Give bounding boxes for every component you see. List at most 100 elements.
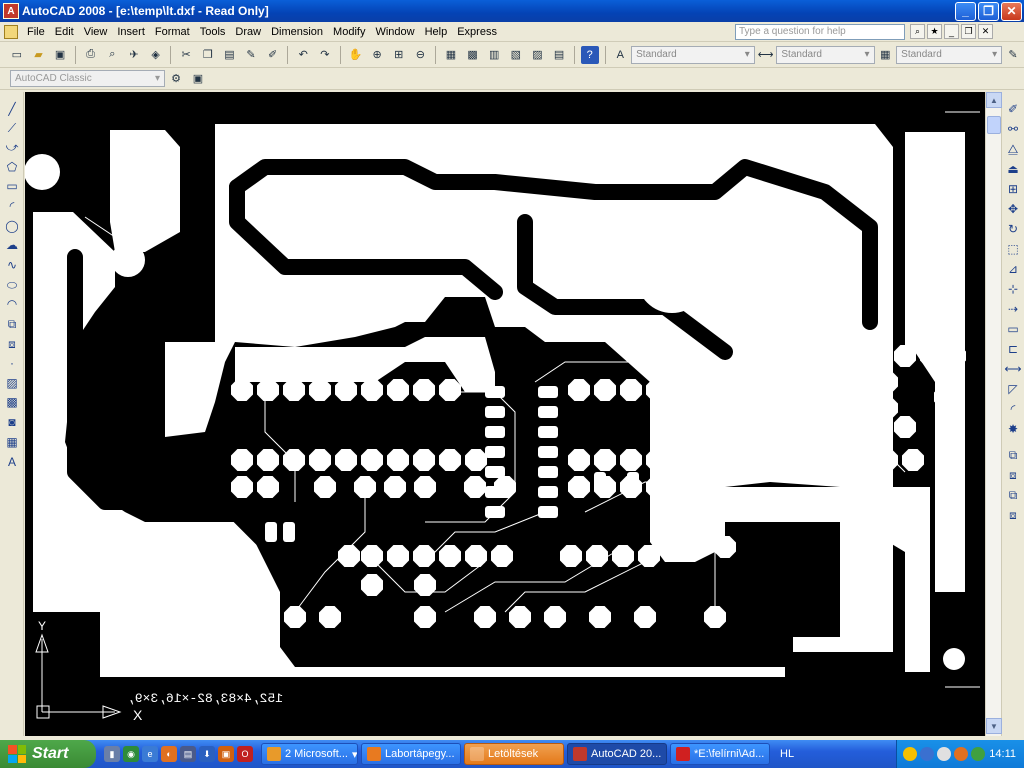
- doc-minimize-button[interactable]: _: [944, 24, 959, 39]
- scroll-thumb[interactable]: [987, 116, 1001, 134]
- zoom-window-icon[interactable]: ⊞: [390, 46, 408, 64]
- cut-icon[interactable]: ✂: [177, 46, 195, 64]
- task-labortapegy[interactable]: Labortápegy...: [361, 743, 461, 765]
- tray-shield-icon[interactable]: [903, 747, 917, 761]
- stretch-icon[interactable]: ⊿: [1004, 260, 1022, 278]
- join-icon[interactable]: ⟷: [1004, 360, 1022, 378]
- offset-icon[interactable]: ⏏: [1004, 160, 1022, 178]
- markup-icon[interactable]: ▨: [529, 46, 547, 64]
- menu-tools[interactable]: Tools: [195, 26, 231, 38]
- explorer-icon[interactable]: ▤: [180, 746, 196, 762]
- sheet-set-icon[interactable]: ▧: [507, 46, 525, 64]
- zoom-previous-icon[interactable]: ⊖: [412, 46, 430, 64]
- above-objects-icon[interactable]: ⧈: [1004, 506, 1022, 524]
- scroll-down-icon[interactable]: ▼: [986, 718, 1002, 734]
- menu-modify[interactable]: Modify: [328, 26, 370, 38]
- break-at-point-icon[interactable]: ▭: [1004, 320, 1022, 338]
- tray-update-icon[interactable]: [971, 747, 985, 761]
- mouse-icon[interactable]: ▮: [104, 746, 120, 762]
- tool-palettes-icon[interactable]: ▥: [485, 46, 503, 64]
- make-block-icon[interactable]: ⧈: [3, 335, 21, 353]
- publish-icon[interactable]: ✈: [125, 46, 143, 64]
- arc-icon[interactable]: ◜: [3, 197, 21, 215]
- document-icon[interactable]: [4, 24, 18, 39]
- doc-restore-button[interactable]: ❐: [961, 24, 976, 39]
- print-icon[interactable]: ⎙: [82, 46, 100, 64]
- print-preview-icon[interactable]: ⌕: [103, 46, 121, 64]
- opera-icon[interactable]: O: [237, 746, 253, 762]
- dim-style-select[interactable]: Standard ▾: [776, 45, 875, 64]
- ellipse-arc-icon[interactable]: ◠: [3, 295, 21, 313]
- table-icon[interactable]: ▦: [3, 433, 21, 451]
- block-editor-icon[interactable]: ✐: [264, 46, 282, 64]
- array-icon[interactable]: ⊞: [1004, 180, 1022, 198]
- polyline-icon[interactable]: ⤻: [3, 138, 21, 156]
- search-icon[interactable]: ⌕: [910, 24, 925, 39]
- autocad-icon[interactable]: A: [3, 3, 19, 19]
- vertical-scrollbar[interactable]: ▲ ▼: [985, 92, 1002, 736]
- copy-icon[interactable]: ❐: [199, 46, 217, 64]
- toolbar-options-icon[interactable]: ✎: [1004, 46, 1022, 64]
- calculator-icon[interactable]: ▤: [550, 46, 568, 64]
- text-style-icon[interactable]: A: [612, 46, 630, 64]
- doc-close-button[interactable]: ✕: [978, 24, 993, 39]
- table-style-select[interactable]: Standard ▾: [896, 45, 1003, 64]
- zoom-realtime-icon[interactable]: ⊕: [368, 46, 386, 64]
- menu-help[interactable]: Help: [420, 26, 453, 38]
- menu-edit[interactable]: Edit: [50, 26, 79, 38]
- multiline-text-icon[interactable]: A: [3, 453, 21, 471]
- task-letoltesek[interactable]: Letöltések: [464, 743, 564, 765]
- workspace-settings-icon[interactable]: ⚙: [167, 70, 185, 88]
- close-button[interactable]: ✕: [1001, 1, 1022, 21]
- line-icon[interactable]: ╱: [3, 100, 21, 118]
- minimize-button[interactable]: _: [955, 1, 976, 21]
- menu-window[interactable]: Window: [370, 26, 419, 38]
- trim-icon[interactable]: ⊹: [1004, 280, 1022, 298]
- menu-format[interactable]: Format: [150, 26, 195, 38]
- break-icon[interactable]: ⊏: [1004, 340, 1022, 358]
- move-icon[interactable]: ✥: [1004, 200, 1022, 218]
- explode-icon[interactable]: ✸: [1004, 420, 1022, 438]
- bring-front-icon[interactable]: ⧈: [1004, 466, 1022, 484]
- rectangle-icon[interactable]: ▭: [3, 177, 21, 195]
- tray-volume-icon[interactable]: [937, 747, 951, 761]
- task-editor[interactable]: *E:\felírni\Ad...: [670, 743, 770, 765]
- paste-icon[interactable]: ▤: [221, 46, 239, 64]
- tray-network-icon[interactable]: [920, 747, 934, 761]
- redo-icon[interactable]: ↷: [316, 46, 334, 64]
- restore-button[interactable]: ❐: [978, 1, 999, 21]
- browser-icon[interactable]: ◐: [161, 746, 177, 762]
- help-search-input[interactable]: Type a question for help: [735, 24, 905, 40]
- download-icon[interactable]: ⬇: [199, 746, 215, 762]
- mirror-icon[interactable]: ⧋: [1004, 140, 1022, 158]
- point-icon[interactable]: ·: [3, 354, 21, 372]
- dim-style-icon[interactable]: ⟷: [757, 46, 775, 64]
- table-style-icon[interactable]: ▦: [877, 46, 895, 64]
- tray-app-icon[interactable]: [954, 747, 968, 761]
- firefox-icon[interactable]: ◉: [123, 746, 139, 762]
- drawing-area[interactable]: AKOTO X Y 152,4×83,82-×16,3×9,: [25, 92, 985, 736]
- circle-icon[interactable]: ◯: [3, 217, 21, 235]
- copy-object-icon[interactable]: ⚯: [1004, 120, 1022, 138]
- ie-icon[interactable]: e: [142, 746, 158, 762]
- extend-icon[interactable]: ⇢: [1004, 300, 1022, 318]
- workspace-select[interactable]: AutoCAD Classic ▾: [10, 70, 165, 87]
- pan-icon[interactable]: ✋: [347, 46, 365, 64]
- menu-express[interactable]: Express: [452, 26, 502, 38]
- text-style-select[interactable]: Standard ▾: [631, 45, 755, 64]
- rotate-icon[interactable]: ↻: [1004, 220, 1022, 238]
- revision-cloud-icon[interactable]: ☁: [3, 236, 21, 254]
- menu-insert[interactable]: Insert: [112, 26, 150, 38]
- save-icon[interactable]: ▣: [51, 46, 69, 64]
- erase-icon[interactable]: ✐: [1004, 100, 1022, 118]
- ellipse-icon[interactable]: ⬭: [3, 276, 21, 294]
- start-button[interactable]: Start: [0, 740, 96, 768]
- insert-block-icon[interactable]: ⧉: [3, 315, 21, 333]
- menu-view[interactable]: View: [79, 26, 113, 38]
- send-back-icon[interactable]: ⧉: [1004, 486, 1022, 504]
- undo-icon[interactable]: ↶: [294, 46, 312, 64]
- my-workspace-icon[interactable]: ▣: [189, 70, 207, 88]
- menu-dimension[interactable]: Dimension: [266, 26, 328, 38]
- polygon-icon[interactable]: ⬠: [3, 158, 21, 176]
- spline-icon[interactable]: ∿: [3, 256, 21, 274]
